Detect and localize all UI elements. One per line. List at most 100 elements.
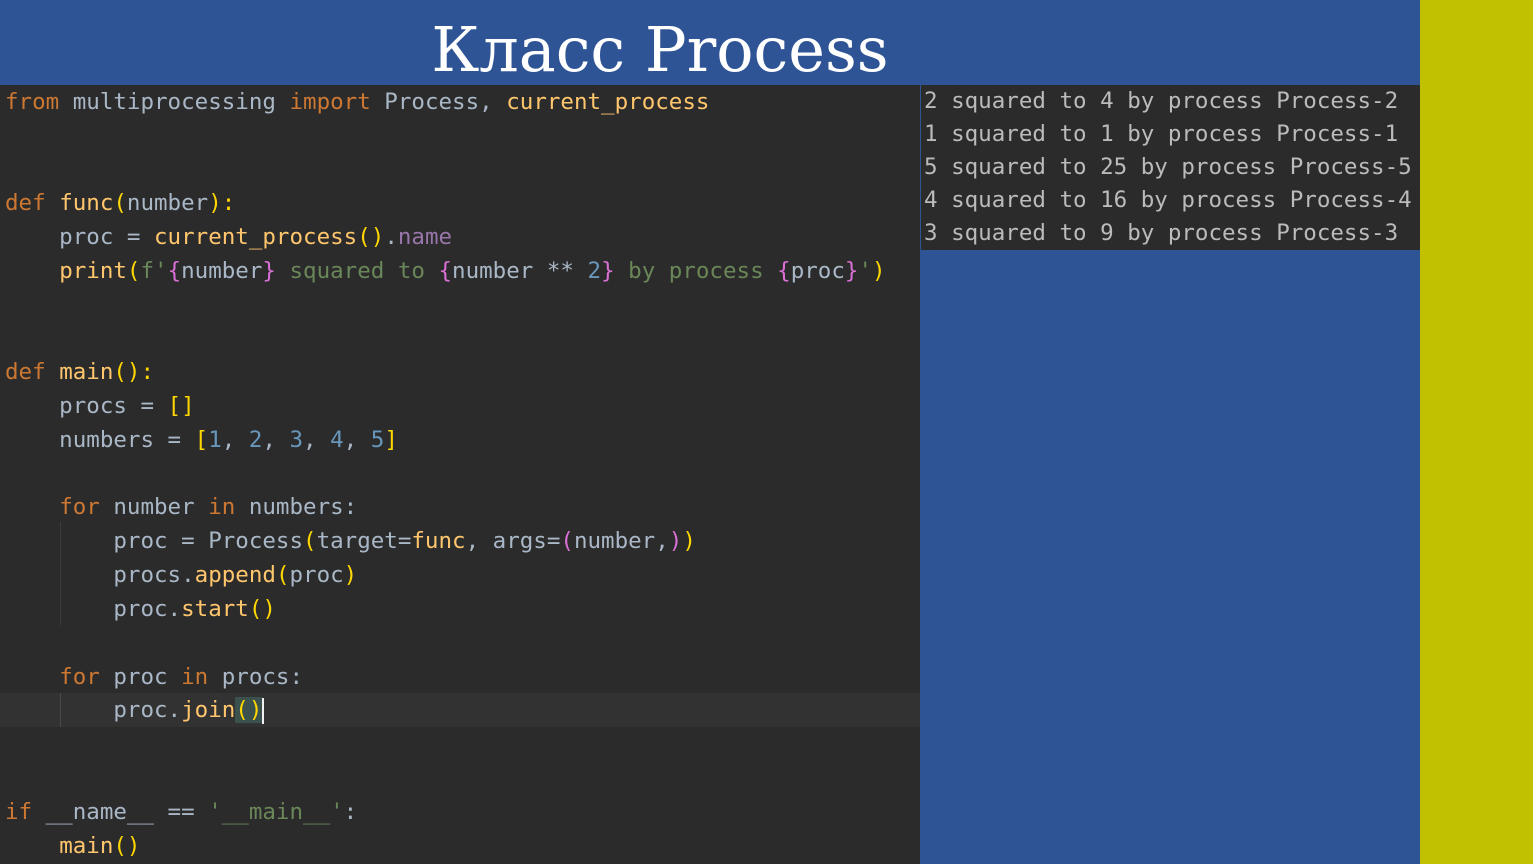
output-line: 1 squared to 1 by process Process-1 <box>924 121 1399 147</box>
code-token: 1 <box>208 427 222 453</box>
code-token: number <box>99 494 209 520</box>
code-line[interactable]: from multiprocessing import Process, cur… <box>5 85 709 119</box>
code-token: import <box>289 89 371 115</box>
code-token: , <box>221 427 249 453</box>
code-token: main <box>59 833 114 859</box>
code-token: __name__ == <box>32 799 209 825</box>
code-token: 2 <box>587 258 602 284</box>
code-token: (): <box>113 359 155 385</box>
code-token: numbers = <box>5 427 195 453</box>
code-line[interactable]: proc.start() <box>5 592 276 626</box>
code-token: by process <box>614 258 778 284</box>
code-line[interactable]: proc = Process(target=func, args=(number… <box>5 524 696 558</box>
code-token: () <box>113 833 141 859</box>
output-line: 3 squared to 9 by process Process-3 <box>924 220 1399 246</box>
code-token: multiprocessing <box>59 89 290 115</box>
code-token: [] <box>167 393 195 419</box>
code-line[interactable]: procs.append(proc) <box>5 558 357 592</box>
code-token: func <box>59 190 114 216</box>
code-token: for <box>59 664 100 690</box>
text-cursor <box>262 697 265 724</box>
code-token: proc <box>289 562 344 588</box>
code-line[interactable]: main() <box>5 829 140 863</box>
code-token: '__main__' <box>208 799 344 825</box>
code-token: in <box>181 664 209 690</box>
code-token: ( <box>113 190 127 216</box>
code-token: { <box>438 258 453 284</box>
code-token: Process, <box>370 89 507 115</box>
code-token: , args= <box>465 528 561 554</box>
code-token: proc. <box>5 596 182 622</box>
code-token: , <box>343 427 371 453</box>
code-token: procs: <box>208 664 304 690</box>
accent-bar <box>1420 0 1533 864</box>
code-token: f' <box>140 258 168 284</box>
code-token: } <box>844 258 859 284</box>
code-token: } <box>262 258 276 284</box>
code-token: ( <box>560 528 574 554</box>
output-line: 5 squared to 25 by process Process-5 <box>924 154 1412 180</box>
code-token: proc. <box>5 697 182 723</box>
code-token: 3 <box>289 427 304 453</box>
code-token: func <box>411 528 466 554</box>
code-line[interactable]: def func(number): <box>5 186 235 220</box>
output-line: 2 squared to 4 by process Process-2 <box>924 88 1399 114</box>
code-line[interactable]: for proc in procs: <box>5 660 303 694</box>
code-token: proc <box>790 258 845 284</box>
code-token: def <box>5 359 46 385</box>
code-token: if <box>5 799 33 825</box>
code-line[interactable]: def main(): <box>5 355 154 389</box>
code-token: () <box>357 224 385 250</box>
code-token: ( <box>126 258 141 284</box>
code-token: ( <box>303 528 317 554</box>
code-token: ) <box>872 258 886 284</box>
code-token: append <box>194 562 276 588</box>
code-line[interactable]: for number in numbers: <box>5 490 357 524</box>
code-token: ) <box>682 528 696 554</box>
code-token: number, <box>573 528 669 554</box>
code-token: { <box>777 258 791 284</box>
code-token: } <box>601 258 615 284</box>
code-token: squared to <box>275 258 439 284</box>
code-token: def <box>5 190 46 216</box>
code-token: current_process <box>506 89 710 115</box>
output-line: 4 squared to 16 by process Process-4 <box>924 187 1412 213</box>
code-token: { <box>167 258 182 284</box>
code-token: number ** <box>452 258 588 284</box>
code-token: procs. <box>5 562 195 588</box>
code-token: 4 <box>330 427 344 453</box>
code-token: , <box>303 427 331 453</box>
code-line[interactable]: proc = current_process().name <box>5 220 452 254</box>
code-token: number <box>126 190 209 216</box>
code-editor[interactable]: from multiprocessing import Process, cur… <box>0 85 920 864</box>
code-token: start <box>181 596 249 622</box>
code-token: main <box>59 359 114 385</box>
code-token: for <box>59 494 100 520</box>
code-token: procs = <box>5 393 168 419</box>
output-console[interactable]: 2 squared to 4 by process Process-2 1 squ… <box>921 85 1420 250</box>
slide-title: Класс Process <box>431 13 889 86</box>
code-token: () <box>235 697 263 723</box>
code-token: ) <box>343 562 358 588</box>
code-token: ] <box>384 427 398 453</box>
code-token: ) <box>668 528 683 554</box>
code-line[interactable]: procs = [] <box>5 389 195 423</box>
code-token: ): <box>208 190 236 216</box>
code-line[interactable]: proc.join() <box>5 693 265 727</box>
code-line[interactable]: numbers = [1, 2, 3, 4, 5] <box>5 423 398 457</box>
code-line[interactable]: print(f'{number} squared to {number ** 2… <box>5 254 886 288</box>
code-line[interactable]: if __name__ == '__main__': <box>5 795 357 829</box>
code-token: proc <box>99 664 182 690</box>
code-token: 5 <box>370 427 385 453</box>
code-token: () <box>248 596 276 622</box>
code-token: name <box>397 224 453 250</box>
code-token: proc = Process <box>5 528 304 554</box>
code-token: 2 <box>248 427 263 453</box>
code-token: from <box>5 89 60 115</box>
